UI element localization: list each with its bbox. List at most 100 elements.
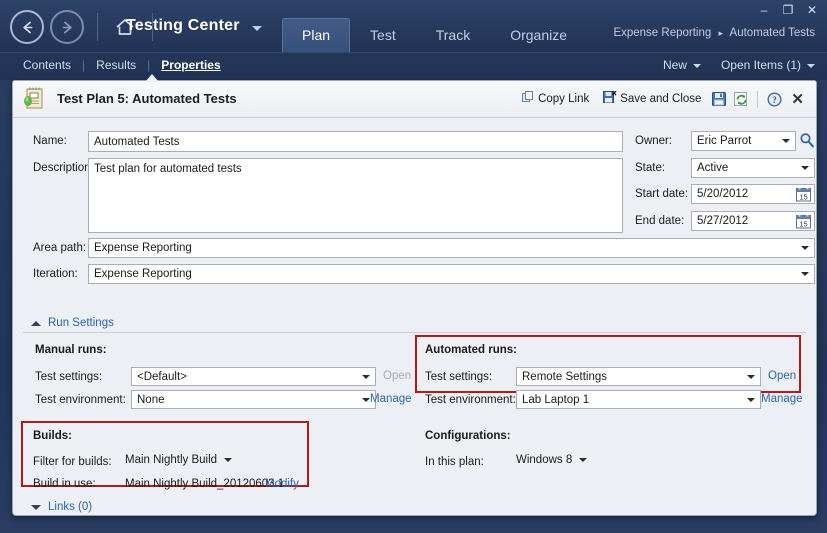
new-label: New xyxy=(662,58,687,72)
iteration-value: Expense Reporting xyxy=(94,268,192,280)
end-date-input[interactable]: 5/27/2012 15 xyxy=(691,211,815,231)
chevron-down-icon xyxy=(579,458,588,462)
forward-icon[interactable] xyxy=(50,10,84,44)
area-path-combobox[interactable]: Expense Reporting xyxy=(88,238,815,258)
copy-link-label: Copy Link xyxy=(538,93,590,105)
filter-for-builds-value: Main Nightly Build xyxy=(125,454,218,466)
copy-link-button[interactable]: Copy Link xyxy=(515,91,596,107)
manual-test-environment-manage-link[interactable]: Manage xyxy=(370,393,412,405)
sub-nav-items: Contents | Results | Properties xyxy=(12,58,232,72)
owner-combobox[interactable]: Eric Parrot xyxy=(691,131,796,151)
chevron-down-icon xyxy=(782,139,790,143)
build-in-use-value: Main Nightly Build_20120603.1 xyxy=(125,478,285,490)
filter-for-builds-dropdown[interactable]: Main Nightly Build xyxy=(125,454,233,466)
maximize-icon[interactable]: ❐ xyxy=(781,4,795,16)
chevron-down-icon xyxy=(747,374,755,379)
sidebar-item-properties[interactable]: Properties xyxy=(150,58,231,72)
calendar-icon[interactable]: 15 xyxy=(796,187,811,205)
run-settings-label: Run Settings xyxy=(48,317,114,329)
window-controls: – ❐ ✕ xyxy=(757,4,819,16)
build-modify-link[interactable]: Modify xyxy=(265,478,299,490)
state-value: Active xyxy=(697,162,729,174)
breadcrumb-separator-icon: ▸ xyxy=(718,28,723,38)
links-label: Links (0) xyxy=(48,501,93,513)
title-bar: Testing Center Plan Test Track Organize … xyxy=(0,0,827,55)
divider xyxy=(757,90,759,108)
breadcrumb-current: Automated Tests xyxy=(729,27,815,39)
description-input[interactable]: Test plan for automated tests xyxy=(88,158,623,233)
iteration-combobox[interactable]: Expense Reporting xyxy=(88,264,815,284)
breadcrumb: Expense Reporting ▸ Automated Tests xyxy=(613,27,815,39)
properties-panel: Test Plan 5: Automated Tests Copy Link S… xyxy=(12,80,817,516)
back-icon[interactable] xyxy=(10,10,44,44)
automated-test-settings-combobox[interactable]: Remote Settings xyxy=(516,367,761,386)
area-path-label: Area path: xyxy=(33,242,87,254)
save-and-close-label: Save and Close xyxy=(620,93,702,105)
svg-text:15: 15 xyxy=(799,193,807,202)
links-toggle[interactable]: Links (0) xyxy=(31,501,92,513)
in-this-plan-value: Windows 8 xyxy=(516,454,573,466)
help-icon[interactable]: ? xyxy=(763,88,785,110)
tab-test[interactable]: Test xyxy=(350,18,416,52)
sidebar-item-results[interactable]: Results xyxy=(85,58,147,72)
tab-track[interactable]: Track xyxy=(416,18,490,52)
save-close-icon xyxy=(603,90,617,107)
name-input[interactable]: Automated Tests xyxy=(88,131,623,152)
filter-for-builds-label: Filter for builds: xyxy=(33,456,112,468)
form-header: Test Plan 5: Automated Tests Copy Link S… xyxy=(13,81,816,118)
minimize-icon[interactable]: – xyxy=(757,4,771,16)
chevron-down-icon xyxy=(362,374,370,379)
divider xyxy=(23,332,806,333)
start-date-input[interactable]: 5/20/2012 15 xyxy=(691,184,815,204)
save-icon[interactable] xyxy=(708,88,730,110)
breadcrumb-project[interactable]: Expense Reporting xyxy=(613,27,711,39)
sub-nav-actions: New Open Items (1) xyxy=(663,58,815,72)
automated-test-environment-manage-link[interactable]: Manage xyxy=(761,393,803,405)
close-window-icon[interactable]: ✕ xyxy=(805,4,819,16)
configurations-title: Configurations: xyxy=(425,430,511,442)
owner-value: Eric Parrot xyxy=(697,135,752,147)
chevron-down-icon xyxy=(801,272,809,276)
state-label: State: xyxy=(635,162,666,174)
test-plan-icon xyxy=(22,86,48,112)
page-title: Test Plan 5: Automated Tests xyxy=(57,91,237,106)
sidebar-item-contents[interactable]: Contents xyxy=(12,58,82,72)
copy-link-icon xyxy=(522,91,535,107)
chevron-up-icon xyxy=(31,320,41,326)
end-date-value: 5/27/2012 xyxy=(697,215,749,227)
open-items-label: Open Items (1) xyxy=(720,58,801,72)
iteration-label: Iteration: xyxy=(33,268,78,280)
manual-test-settings-combobox[interactable]: <Default> xyxy=(131,367,376,386)
automated-test-settings-value: Remote Settings xyxy=(522,370,608,383)
chevron-down-icon xyxy=(692,63,701,68)
automated-test-settings-open-link[interactable]: Open xyxy=(768,370,796,382)
close-icon[interactable]: ✕ xyxy=(785,90,810,108)
new-button[interactable]: New xyxy=(663,58,701,72)
form-header-actions: Copy Link Save and Close ? ✕ xyxy=(515,88,810,110)
description-label: Description: xyxy=(33,162,94,174)
chevron-down-icon xyxy=(362,397,370,402)
build-in-use-label: Build in use: xyxy=(33,478,96,490)
open-items-button[interactable]: Open Items (1) xyxy=(721,58,815,72)
svg-text:15: 15 xyxy=(799,220,807,229)
automated-test-environment-combobox[interactable]: Lab Laptop 1 xyxy=(516,390,761,409)
tab-organize[interactable]: Organize xyxy=(490,18,587,52)
manual-test-environment-combobox[interactable]: None xyxy=(131,390,376,409)
calendar-icon[interactable]: 15 xyxy=(796,214,811,232)
chevron-down-icon xyxy=(224,458,233,462)
run-settings-toggle[interactable]: Run Settings xyxy=(31,317,114,329)
start-date-label: Start date: xyxy=(635,188,689,200)
search-icon[interactable] xyxy=(799,132,815,151)
application-window: Testing Center Plan Test Track Organize … xyxy=(0,0,827,533)
main-tabs: Plan Test Track Organize xyxy=(282,8,587,55)
in-this-plan-dropdown[interactable]: Windows 8 xyxy=(516,454,588,466)
chevron-down-icon xyxy=(31,504,41,510)
tab-plan[interactable]: Plan xyxy=(282,18,351,55)
manual-test-settings-value: <Default> xyxy=(137,370,187,383)
refresh-icon[interactable] xyxy=(730,88,752,110)
app-title-chevron-down-icon[interactable] xyxy=(252,26,262,31)
save-and-close-button[interactable]: Save and Close xyxy=(596,90,708,107)
app-title: Testing Center xyxy=(126,17,240,34)
automated-test-environment-label: Test environment: xyxy=(425,394,516,406)
state-combobox[interactable]: Active xyxy=(691,158,815,178)
